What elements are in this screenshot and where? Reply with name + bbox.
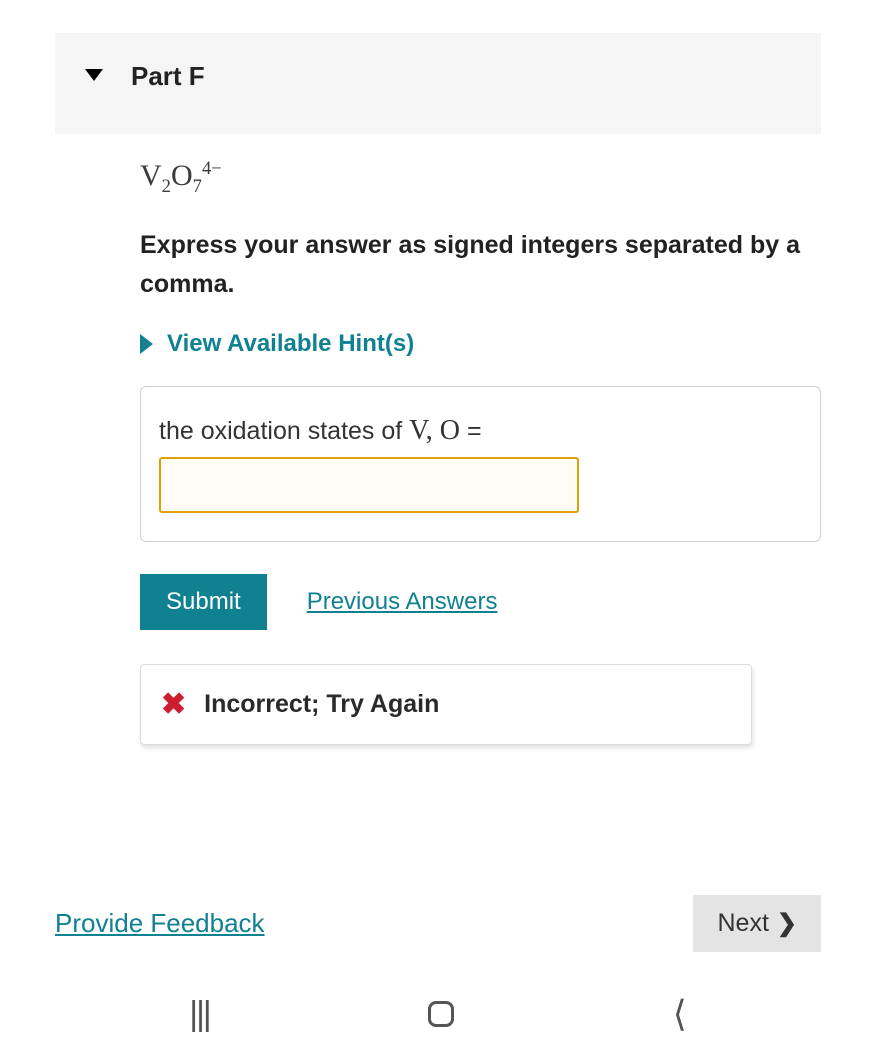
feedback-box: ✖ Incorrect; Try Again — [140, 664, 752, 745]
previous-answers-link[interactable]: Previous Answers — [307, 588, 498, 616]
answer-box: the oxidation states of V, O = — [140, 386, 821, 542]
collapse-caret-icon[interactable] — [85, 69, 103, 81]
incorrect-x-icon: ✖ — [161, 687, 186, 722]
question-formula: V2O74− — [140, 158, 821, 198]
device-navbar: ||| ⟨ — [0, 979, 876, 1049]
part-header: Part F — [55, 33, 821, 134]
chevron-right-icon: ❯ — [777, 909, 797, 938]
view-hints-label: View Available Hint(s) — [167, 330, 414, 358]
nav-back-icon[interactable]: ⟨ — [673, 993, 687, 1035]
feedback-message: Incorrect; Try Again — [204, 690, 439, 719]
footer-row: Provide Feedback Next ❯ — [55, 895, 821, 952]
next-button[interactable]: Next ❯ — [693, 895, 821, 952]
answer-input[interactable] — [159, 457, 579, 513]
submit-button[interactable]: Submit — [140, 574, 267, 630]
nav-home-icon[interactable] — [428, 1001, 454, 1027]
answer-label-prefix: the oxidation states of — [159, 417, 409, 445]
answer-label-vars: V, O — [409, 415, 460, 446]
provide-feedback-link[interactable]: Provide Feedback — [55, 908, 265, 939]
part-title: Part F — [131, 61, 205, 92]
answer-label: the oxidation states of V, O = — [159, 415, 802, 447]
question-instruction: Express your answer as signed integers s… — [140, 226, 821, 304]
nav-recents-icon[interactable]: ||| — [189, 995, 210, 1034]
content-region: V2O74− Express your answer as signed int… — [140, 158, 821, 745]
caret-right-icon — [140, 334, 153, 354]
answer-label-suffix: = — [460, 417, 482, 445]
next-button-label: Next — [717, 909, 768, 938]
button-row: Submit Previous Answers — [140, 574, 821, 630]
view-hints-link[interactable]: View Available Hint(s) — [140, 330, 821, 358]
